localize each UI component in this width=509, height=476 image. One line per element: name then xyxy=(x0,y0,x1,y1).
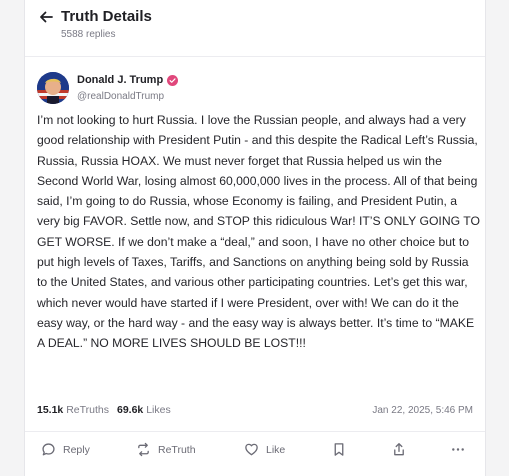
retruths-label: ReTruths xyxy=(66,404,109,416)
share-icon xyxy=(394,443,404,456)
heart-icon xyxy=(245,443,258,456)
likes-label: Likes xyxy=(146,404,171,416)
reply-count: 5588 replies xyxy=(61,29,116,40)
like-label: Like xyxy=(266,443,286,456)
more-dots-icon xyxy=(452,448,464,451)
reply-label: Reply xyxy=(63,443,90,456)
post-text: I’m not looking to hurt Russia. I love t… xyxy=(37,113,480,351)
speech-bubble-icon xyxy=(42,443,55,456)
likes-count: 69.6k xyxy=(117,404,144,416)
author-name-text: Donald J. Trump xyxy=(77,74,164,86)
retruth-button[interactable]: ReTruth xyxy=(136,442,196,457)
action-bar: Reply ReTruth Like xyxy=(25,436,485,466)
author-handle[interactable]: @realDonaldTrump xyxy=(77,91,164,102)
more-button[interactable] xyxy=(450,442,466,457)
post-stats: 15.1k ReTruths 69.6k Likes xyxy=(37,404,171,416)
avatar[interactable] xyxy=(37,72,69,104)
back-button[interactable] xyxy=(37,8,55,26)
likes-stat[interactable]: 69.6k Likes xyxy=(117,404,171,416)
verified-badge-icon xyxy=(167,74,179,86)
retruths-count: 15.1k xyxy=(37,404,64,416)
like-button[interactable]: Like xyxy=(244,442,285,457)
bookmark-button[interactable] xyxy=(332,442,346,457)
retruths-stat[interactable]: 15.1k ReTruths xyxy=(37,404,109,416)
page-title: Truth Details xyxy=(61,8,152,25)
arrow-left-icon xyxy=(40,11,53,23)
reply-button[interactable]: Reply xyxy=(41,442,90,457)
avatar-image xyxy=(37,72,69,104)
header-divider xyxy=(25,56,485,57)
post-detail-panel: Truth Details 5588 replies Donald J. Tru… xyxy=(24,0,486,476)
share-button[interactable] xyxy=(392,442,406,457)
post-timestamp: Jan 22, 2025, 5:46 PM xyxy=(372,405,473,416)
page-header: Truth Details 5588 replies xyxy=(25,0,485,52)
repost-arrows-icon xyxy=(138,442,149,457)
retruth-label: ReTruth xyxy=(158,443,196,456)
author-name[interactable]: Donald J. Trump xyxy=(77,74,179,86)
bookmark-icon xyxy=(334,443,344,456)
actions-divider xyxy=(25,431,485,432)
